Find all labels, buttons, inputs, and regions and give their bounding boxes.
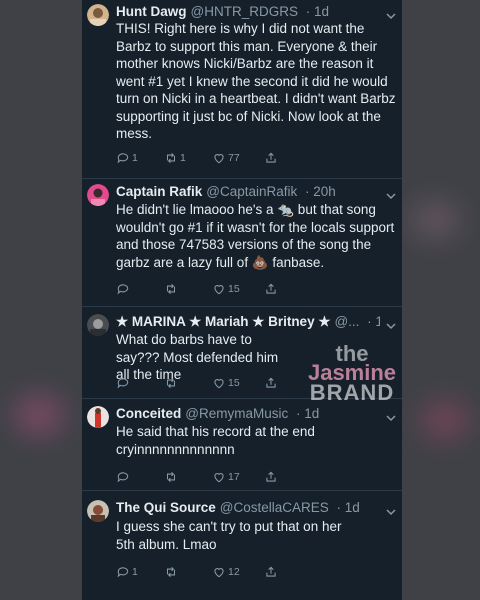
- retweet-button[interactable]: [164, 376, 180, 390]
- chevron-down-icon[interactable]: [386, 504, 396, 516]
- like-button[interactable]: 12: [212, 565, 240, 579]
- handle[interactable]: @...: [334, 314, 359, 329]
- like-count: 17: [228, 471, 240, 483]
- display-name[interactable]: Captain Rafik: [116, 184, 202, 199]
- chevron-down-icon[interactable]: [386, 410, 396, 422]
- share-icon: [266, 152, 276, 163]
- background-blur: [410, 200, 460, 240]
- display-name[interactable]: The Qui Source: [116, 500, 216, 515]
- tweet-item[interactable]: ★ MARINA ★ Mariah ★ Britney ★ @... · 1d W…: [82, 306, 402, 399]
- share-button[interactable]: [264, 470, 278, 484]
- timestamp[interactable]: · 20h: [305, 184, 336, 199]
- tweet-item[interactable]: The Qui Source @CostellaCARES · 1d I gues…: [82, 490, 402, 600]
- reply-button[interactable]: [116, 282, 132, 296]
- timestamp[interactable]: · 1d: [337, 500, 360, 515]
- twitter-thread: Hunt Dawg @HNTR_RDGRS · 1d THIS! Right he…: [82, 0, 402, 600]
- avatar[interactable]: [87, 314, 109, 336]
- retweet-icon: [166, 377, 176, 389]
- like-count: 15: [228, 283, 240, 295]
- display-name[interactable]: Conceited: [116, 406, 181, 421]
- tweet-text: He said that his record at the end cryin…: [116, 424, 315, 457]
- retweet-count: 1: [180, 152, 186, 164]
- tweet-header: Conceited @RemymaMusic · 1d: [116, 405, 380, 423]
- like-icon: [214, 285, 224, 295]
- timestamp[interactable]: · 1d: [296, 406, 319, 421]
- tweet-item[interactable]: Conceited @RemymaMusic · 1d He said that …: [82, 398, 402, 491]
- tweet-item[interactable]: Captain Rafik @CaptainRafik · 20h He didn…: [82, 178, 402, 307]
- timestamp[interactable]: · 1d: [367, 314, 380, 329]
- handle[interactable]: @CaptainRafik: [206, 184, 297, 199]
- tweet-header: Hunt Dawg @HNTR_RDGRS · 1d: [116, 3, 380, 21]
- like-icon: [214, 154, 224, 164]
- like-count: 12: [228, 566, 240, 578]
- avatar[interactable]: [87, 4, 109, 26]
- chevron-down-icon[interactable]: [386, 188, 396, 200]
- reply-count: 1: [132, 152, 138, 164]
- share-button[interactable]: [264, 376, 278, 390]
- avatar[interactable]: [87, 184, 109, 206]
- tweet-text: He didn't lie lmaooo he's a 🐀 but that s…: [116, 202, 395, 270]
- handle[interactable]: @RemymaMusic: [185, 406, 288, 421]
- tweet-header: ★ MARINA ★ Mariah ★ Britney ★ @... · 1d: [116, 313, 380, 331]
- display-name[interactable]: ★ MARINA ★ Mariah ★ Britney ★: [116, 314, 330, 329]
- reply-button[interactable]: 1: [116, 151, 138, 165]
- reply-button[interactable]: [116, 470, 132, 484]
- retweet-icon: [166, 152, 176, 164]
- avatar[interactable]: [87, 500, 109, 522]
- reply-count: 1: [132, 566, 138, 578]
- like-button[interactable]: 15: [212, 282, 240, 296]
- like-count: 15: [228, 377, 240, 389]
- chevron-down-icon[interactable]: [386, 318, 396, 330]
- tweet-header: Captain Rafik @CaptainRafik · 20h: [116, 183, 380, 201]
- reply-icon: [117, 284, 129, 295]
- tweet-header: The Qui Source @CostellaCARES · 1d: [116, 499, 380, 517]
- tweet-text: I guess she can't try to put that on her…: [116, 519, 342, 552]
- handle[interactable]: @HNTR_RDGRS: [191, 4, 298, 19]
- timestamp[interactable]: · 1d: [306, 4, 329, 19]
- like-button[interactable]: 77: [212, 151, 240, 165]
- tweet-text: THIS! Right here is why I did not want t…: [116, 21, 396, 141]
- retweet-icon: [166, 566, 176, 578]
- retweet-icon: [166, 471, 176, 483]
- like-icon: [214, 473, 224, 483]
- share-icon: [266, 471, 276, 482]
- retweet-button[interactable]: [164, 282, 180, 296]
- reply-icon: [117, 567, 129, 578]
- share-icon: [266, 377, 276, 388]
- background-blur: [420, 400, 470, 440]
- chevron-down-icon[interactable]: [386, 8, 396, 20]
- tweet-text: What do barbs have to say??? Most defend…: [116, 332, 279, 382]
- handle[interactable]: @CostellaCARES: [220, 500, 329, 515]
- like-button[interactable]: 17: [212, 470, 240, 484]
- share-button[interactable]: [264, 565, 278, 579]
- like-icon: [214, 568, 224, 578]
- reply-button[interactable]: [116, 376, 132, 390]
- reply-icon: [117, 153, 129, 164]
- background-blur: [14, 395, 64, 435]
- share-button[interactable]: [264, 282, 278, 296]
- retweet-button[interactable]: [164, 565, 180, 579]
- retweet-button[interactable]: 1: [164, 151, 186, 165]
- like-icon: [214, 379, 224, 389]
- share-icon: [266, 283, 276, 294]
- reply-icon: [117, 472, 129, 483]
- like-count: 77: [228, 152, 240, 164]
- reply-icon: [117, 378, 129, 389]
- retweet-icon: [166, 283, 176, 295]
- like-button[interactable]: 15: [212, 376, 240, 390]
- tweet-item[interactable]: Hunt Dawg @HNTR_RDGRS · 1d THIS! Right he…: [82, 0, 402, 179]
- reply-button[interactable]: 1: [116, 565, 138, 579]
- display-name[interactable]: Hunt Dawg: [116, 4, 187, 19]
- share-icon: [266, 566, 276, 577]
- avatar[interactable]: [87, 406, 109, 428]
- share-button[interactable]: [264, 151, 278, 165]
- retweet-button[interactable]: [164, 470, 180, 484]
